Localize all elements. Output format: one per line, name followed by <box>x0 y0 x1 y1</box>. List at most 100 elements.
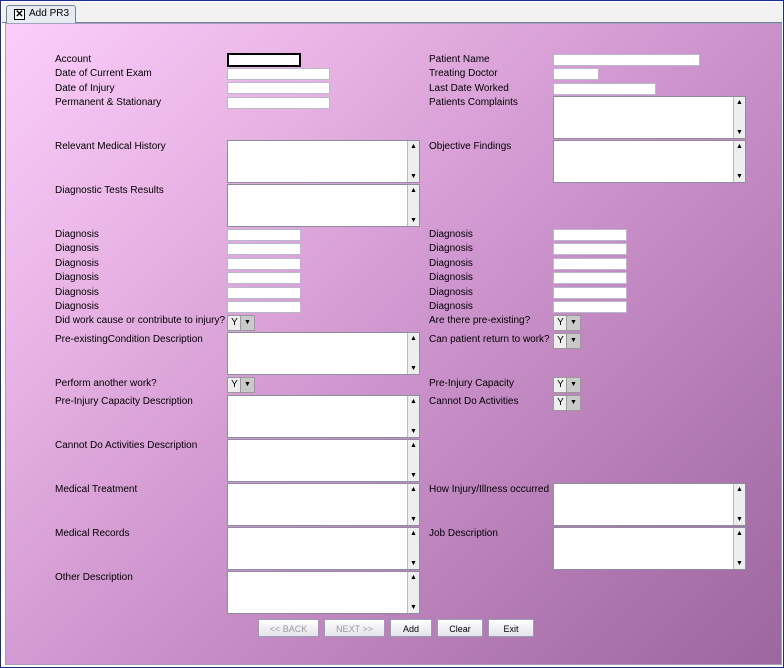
date-exam-field[interactable] <box>227 68 330 80</box>
rel-history-label: Relevant Medical History <box>55 141 166 152</box>
scroll-up-icon[interactable]: ▲ <box>409 529 418 538</box>
chevron-down-icon[interactable]: ▼ <box>240 316 254 330</box>
last-date-field[interactable] <box>553 83 656 95</box>
diagnosis-label: Diagnosis <box>55 287 99 298</box>
diagnosis-field[interactable] <box>227 243 301 255</box>
perm-stat-field[interactable] <box>227 97 330 109</box>
date-exam-label: Date of Current Exam <box>55 68 152 79</box>
scrollbar[interactable]: ▲ ▼ <box>407 333 419 374</box>
return-work-select[interactable]: Y ▼ <box>553 333 581 349</box>
scrollbar[interactable]: ▲ ▼ <box>407 185 419 226</box>
exit-button[interactable]: Exit <box>488 619 534 637</box>
diagnosis-label: Diagnosis <box>429 243 473 254</box>
chevron-down-icon[interactable]: ▼ <box>566 396 580 410</box>
preexisting-select[interactable]: Y ▼ <box>553 315 581 331</box>
scrollbar[interactable]: ▲ ▼ <box>733 141 745 182</box>
chevron-down-icon[interactable]: ▼ <box>566 334 580 348</box>
scroll-down-icon[interactable]: ▼ <box>409 559 418 568</box>
scroll-down-icon[interactable]: ▼ <box>409 172 418 181</box>
scroll-down-icon[interactable]: ▼ <box>735 559 744 568</box>
diagnosis-field[interactable] <box>553 272 627 284</box>
cannot-do-desc-label: Cannot Do Activities Description <box>55 440 198 451</box>
scrollbar[interactable]: ▲ ▼ <box>407 572 419 613</box>
other-desc-textarea[interactable]: ▲ ▼ <box>227 571 420 614</box>
how-injury-textarea[interactable]: ▲ ▼ <box>553 483 746 526</box>
scrollbar[interactable]: ▲ ▼ <box>407 141 419 182</box>
scroll-down-icon[interactable]: ▼ <box>409 427 418 436</box>
diagnosis-field[interactable] <box>227 287 301 299</box>
chevron-down-icon[interactable]: ▼ <box>240 378 254 392</box>
scrollbar[interactable]: ▲ ▼ <box>407 396 419 437</box>
scrollbar[interactable]: ▲ ▼ <box>733 484 745 525</box>
clear-button[interactable]: Clear <box>437 619 483 637</box>
diagnosis-field[interactable] <box>553 301 627 313</box>
scroll-up-icon[interactable]: ▲ <box>409 142 418 151</box>
scrollbar[interactable]: ▲ ▼ <box>733 97 745 138</box>
scroll-up-icon[interactable]: ▲ <box>735 98 744 107</box>
date-injury-field[interactable] <box>227 82 330 94</box>
account-label: Account <box>55 54 92 65</box>
medical-treatment-textarea[interactable]: ▲ ▼ <box>227 483 420 526</box>
cannot-do-select[interactable]: Y ▼ <box>553 395 581 411</box>
scroll-up-icon[interactable]: ▲ <box>409 441 418 450</box>
scrollbar[interactable]: ▲ ▼ <box>407 484 419 525</box>
diagnosis-label: Diagnosis <box>429 272 473 283</box>
diagnosis-field[interactable] <box>553 287 627 299</box>
preinjury-desc-textarea[interactable]: ▲ ▼ <box>227 395 420 438</box>
scrollbar[interactable]: ▲ ▼ <box>733 528 745 569</box>
diagnosis-field[interactable] <box>227 229 301 241</box>
work-cause-select[interactable]: Y ▼ <box>227 315 255 331</box>
diagnosis-field[interactable] <box>227 301 301 313</box>
preexisting-desc-textarea[interactable]: ▲ ▼ <box>227 332 420 375</box>
account-field[interactable] <box>227 53 301 67</box>
diagnosis-field[interactable] <box>553 243 627 255</box>
scroll-down-icon[interactable]: ▼ <box>409 216 418 225</box>
scroll-up-icon[interactable]: ▲ <box>409 573 418 582</box>
work-cause-label: Did work cause or contribute to injury? <box>55 315 226 326</box>
medical-records-textarea[interactable]: ▲ ▼ <box>227 527 420 570</box>
diagnosis-label: Diagnosis <box>55 258 99 269</box>
job-desc-textarea[interactable]: ▲ ▼ <box>553 527 746 570</box>
scroll-down-icon[interactable]: ▼ <box>409 515 418 524</box>
diagnosis-field[interactable] <box>227 258 301 270</box>
preexisting-desc-label: Pre-existingCondition Description <box>55 334 203 345</box>
preinjury-cap-select[interactable]: Y ▼ <box>553 377 581 393</box>
cannot-do-desc-textarea[interactable]: ▲ ▼ <box>227 439 420 482</box>
rel-history-textarea[interactable]: ▲ ▼ <box>227 140 420 183</box>
diagnosis-field[interactable] <box>553 258 627 270</box>
scroll-up-icon[interactable]: ▲ <box>735 529 744 538</box>
scroll-up-icon[interactable]: ▲ <box>409 485 418 494</box>
perform-work-select[interactable]: Y ▼ <box>227 377 255 393</box>
next-button[interactable]: NEXT >> <box>324 619 385 637</box>
scroll-down-icon[interactable]: ▼ <box>409 603 418 612</box>
chevron-down-icon[interactable]: ▼ <box>566 316 580 330</box>
cannot-do-label: Cannot Do Activities <box>429 396 519 407</box>
scroll-down-icon[interactable]: ▼ <box>735 172 744 181</box>
diagnosis-label: Diagnosis <box>55 272 99 283</box>
close-icon[interactable]: ✕ <box>14 9 25 20</box>
add-button[interactable]: Add <box>390 619 432 637</box>
objective-textarea[interactable]: ▲ ▼ <box>553 140 746 183</box>
scroll-up-icon[interactable]: ▲ <box>735 142 744 151</box>
complaints-textarea[interactable]: ▲ ▼ <box>553 96 746 139</box>
chevron-down-icon[interactable]: ▼ <box>566 378 580 392</box>
scroll-up-icon[interactable]: ▲ <box>409 186 418 195</box>
scroll-up-icon[interactable]: ▲ <box>409 334 418 343</box>
scrollbar[interactable]: ▲ ▼ <box>407 528 419 569</box>
scroll-up-icon[interactable]: ▲ <box>735 485 744 494</box>
scroll-up-icon[interactable]: ▲ <box>409 397 418 406</box>
back-button[interactable]: << BACK <box>258 619 319 637</box>
scroll-down-icon[interactable]: ▼ <box>735 128 744 137</box>
scroll-down-icon[interactable]: ▼ <box>409 471 418 480</box>
scroll-down-icon[interactable]: ▼ <box>735 515 744 524</box>
diag-tests-textarea[interactable]: ▲ ▼ <box>227 184 420 227</box>
scrollbar[interactable]: ▲ ▼ <box>407 440 419 481</box>
patient-name-field[interactable] <box>553 54 700 66</box>
diagnosis-field[interactable] <box>227 272 301 284</box>
tab-add-pr3[interactable]: ✕ Add PR3 <box>6 5 76 23</box>
diagnosis-field[interactable] <box>553 229 627 241</box>
objective-label: Objective Findings <box>429 141 512 152</box>
preexisting-label: Are there pre-existing? <box>429 315 531 326</box>
scroll-down-icon[interactable]: ▼ <box>409 364 418 373</box>
treating-doctor-field[interactable] <box>553 68 599 80</box>
